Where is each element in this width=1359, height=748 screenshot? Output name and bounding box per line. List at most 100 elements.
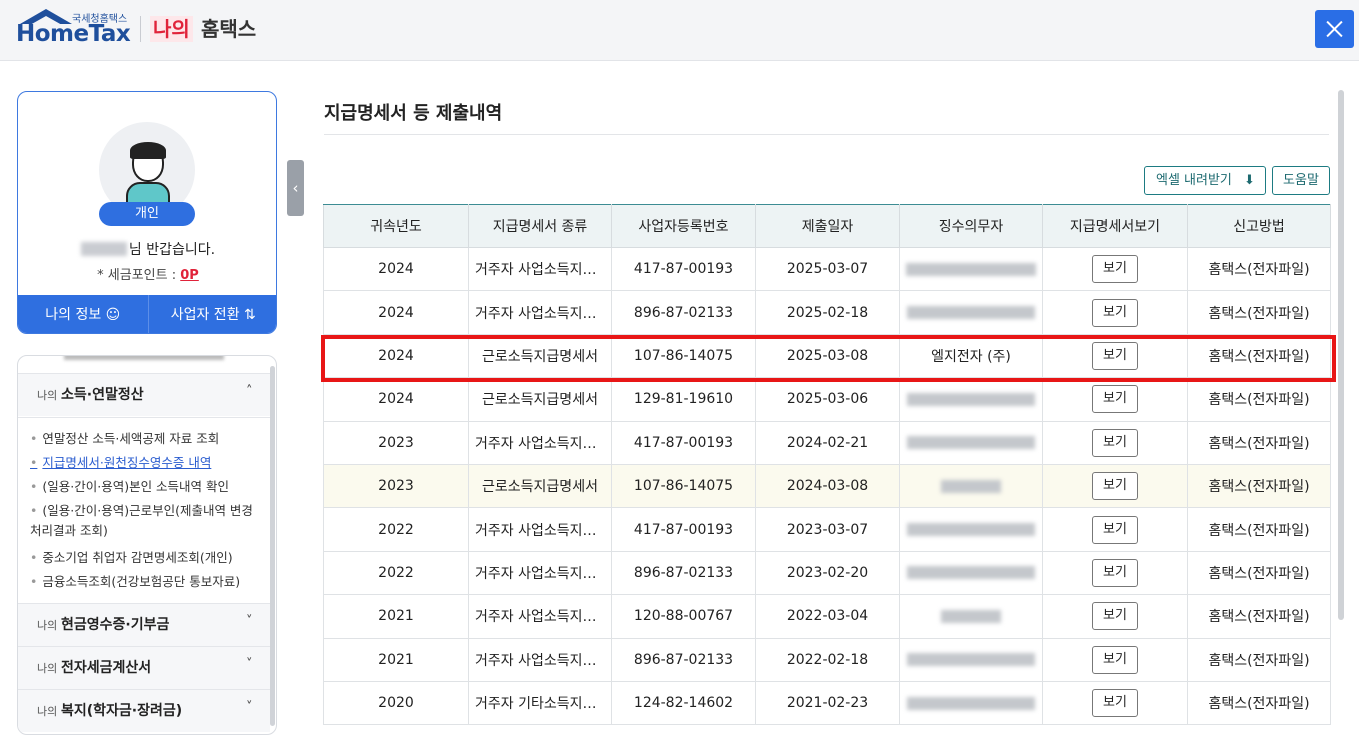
column-header[interactable]: 지급명세서 종류: [468, 204, 612, 248]
statement-type-cell: 거주자 사업소득지급명세서: [468, 637, 612, 682]
profile-card: 개인 님 반갑습니다. * 세금포인트 : 0P 나의 정보 ☺ 사업자 전환 …: [17, 91, 277, 334]
chevron-down-icon: ˅: [246, 614, 253, 629]
submenu-item[interactable]: (일용·간이·용역)본인 소득내역 확인: [30, 477, 229, 497]
statement-type-cell: 거주자 사업소득지급명세서: [468, 290, 612, 335]
view-cell: 보기: [1042, 637, 1188, 682]
payer-cell: [899, 246, 1043, 292]
masked-payer-name: [941, 609, 1001, 623]
header-divider: [140, 16, 141, 42]
view-cell: 보기: [1042, 680, 1188, 726]
table-row: 2024거주자 사업소득지급명세서896-87-021332025-02-18 보…: [323, 290, 1331, 335]
masked-payer-name: [907, 696, 1035, 710]
column-header[interactable]: 신고방법: [1187, 204, 1331, 248]
submenu-item[interactable]: (일용·간이·용역)근로부인(제출내역 변경 처리결과 조회): [30, 501, 260, 541]
filing-method-cell: 홈택스(전자파일): [1187, 680, 1331, 726]
help-button[interactable]: 도움말: [1272, 166, 1330, 195]
year-cell: 2024: [323, 246, 469, 292]
menu-scrollbar[interactable]: [270, 366, 275, 726]
business-switch-button[interactable]: 사업자 전환 ⇅: [149, 295, 277, 333]
column-header[interactable]: 지급명세서보기: [1042, 204, 1188, 248]
view-statement-button[interactable]: 보기: [1092, 472, 1138, 501]
submission-date-cell: 2023-02-20: [755, 550, 900, 596]
view-statement-button[interactable]: 보기: [1092, 428, 1138, 457]
business-number-cell: 107-86-14075: [611, 463, 756, 509]
table-row: 2024 근로소득지급명세서 129-81-19610 2025-03-06 보기 홈택스…: [323, 377, 1331, 422]
table-header-row: 귀속년도 지급명세서 종류 사업자등록번호 제출일자 징수의무자 지급명세서보기…: [323, 204, 1331, 248]
year-cell: 2022: [323, 507, 469, 552]
excel-download-button[interactable]: 엑셀 내려받기 ⬇: [1144, 166, 1266, 195]
table-row: 2023거주자 사업소득지급명세서417-87-001932024-02-21 보…: [323, 420, 1331, 465]
main-scrollbar[interactable]: [1338, 90, 1344, 620]
logo-text: HomeTax: [16, 21, 131, 47]
year-cell: 2020: [323, 680, 469, 726]
payer-cell: [899, 680, 1043, 726]
page-title: 지급명세서 등 제출내역: [324, 103, 503, 124]
view-statement-button[interactable]: 보기: [1092, 558, 1138, 587]
view-cell: 보기: [1042, 594, 1188, 639]
masked-payer-name: [907, 306, 1035, 320]
view-cell: 보기: [1042, 463, 1188, 509]
payer-cell: [899, 550, 1043, 596]
filing-method-cell: 홈택스(전자파일): [1187, 290, 1331, 335]
view-cell: 보기: [1042, 290, 1188, 335]
view-statement-button[interactable]: 보기: [1092, 689, 1138, 718]
title-divider: [324, 134, 1329, 135]
page-brand-title: 홈택스: [201, 17, 257, 41]
submenu-item-active[interactable]: 지급명세서·원천징수영수증 내역: [30, 453, 211, 473]
view-cell: 보기: [1042, 377, 1188, 422]
menu-section-e-invoice[interactable]: 나의 전자세금계산서 ˅: [18, 646, 270, 689]
column-header[interactable]: 제출일자: [755, 204, 900, 248]
clipped-menu-item: [64, 356, 224, 360]
payer-cell: [899, 637, 1043, 682]
statement-type-cell: 거주자 사업소득지급명세서: [468, 420, 612, 465]
greeting-text: 님 반갑습니다.: [18, 239, 276, 259]
statement-type-cell: 거주자 기타소득지급명세서: [468, 680, 612, 726]
submission-date-cell: 2023-03-07: [755, 507, 900, 552]
download-icon: ⬇: [1244, 173, 1255, 188]
view-statement-button[interactable]: 보기: [1092, 645, 1138, 674]
filing-method-cell: 홈택스(전자파일): [1187, 377, 1331, 422]
submission-date-cell: 2024-02-21: [755, 420, 900, 465]
submission-table: 귀속년도 지급명세서 종류 사업자등록번호 제출일자 징수의무자 지급명세서보기…: [323, 204, 1331, 726]
my-info-button[interactable]: 나의 정보 ☺: [18, 295, 149, 333]
view-statement-button[interactable]: 보기: [1092, 602, 1138, 631]
menu-section-income[interactable]: 나의 소득·연말정산 ˄: [18, 373, 270, 416]
payer-cell: [899, 507, 1043, 552]
business-number-cell: 896-87-02133: [611, 550, 756, 596]
column-header[interactable]: 징수의무자: [899, 204, 1043, 248]
view-statement-button[interactable]: 보기: [1092, 385, 1138, 414]
filing-method-cell: 홈택스(전자파일): [1187, 550, 1331, 596]
my-label: 나의: [150, 16, 193, 42]
view-statement-button[interactable]: 보기: [1092, 298, 1138, 327]
person-icon: ☺: [105, 307, 121, 323]
column-header[interactable]: 사업자등록번호: [611, 204, 756, 248]
income-submenu: 연말정산 소득·세액공제 자료 조회 지급명세서·원천징수영수증 내역 (일용·…: [18, 417, 270, 603]
collapse-sidebar-handle[interactable]: ‹: [287, 160, 304, 216]
filing-method-cell: 홈택스(전자파일): [1187, 507, 1331, 552]
masked-payer-name: [907, 436, 1035, 450]
filing-method-cell: 홈택스(전자파일): [1187, 463, 1331, 509]
payer-cell: [899, 594, 1043, 639]
statement-type-cell: 거주자 사업소득지급명세서: [468, 507, 612, 552]
hometax-logo[interactable]: 국세청홈택스 HomeTax: [16, 8, 134, 48]
submenu-item[interactable]: 중소기업 취업자 감면명세조회(개인): [30, 548, 232, 568]
view-statement-button[interactable]: 보기: [1092, 515, 1138, 544]
payer-cell: [899, 290, 1043, 335]
view-statement-button[interactable]: 보기: [1092, 255, 1138, 284]
top-header: 국세청홈택스 HomeTax 나의 홈택스: [0, 0, 1359, 61]
statement-type-cell: 근로소득지급명세서: [468, 377, 612, 422]
business-number-cell: 124-82-14602: [611, 680, 756, 726]
submenu-item[interactable]: 금융소득조회(건강보험공단 통보자료): [30, 572, 240, 592]
business-number-cell: 417-87-00193: [611, 420, 756, 465]
table-row: 2021거주자 사업소득지급명세서120-88-007672022-03-04 보…: [323, 594, 1331, 639]
view-cell: 보기: [1042, 507, 1188, 552]
view-cell: 보기: [1042, 246, 1188, 292]
submenu-item[interactable]: 연말정산 소득·세액공제 자료 조회: [30, 429, 219, 449]
menu-section-welfare[interactable]: 나의 복지(학자금·장려금) ˅: [18, 689, 270, 732]
year-cell: 2023: [323, 463, 469, 509]
tax-points: * 세금포인트 : 0P: [97, 268, 199, 283]
menu-section-cash-receipt[interactable]: 나의 현금영수증·기부금 ˅: [18, 603, 270, 646]
close-icon[interactable]: [1315, 10, 1354, 48]
tax-points-value[interactable]: 0P: [180, 268, 199, 283]
column-header[interactable]: 귀속년도: [323, 204, 469, 248]
